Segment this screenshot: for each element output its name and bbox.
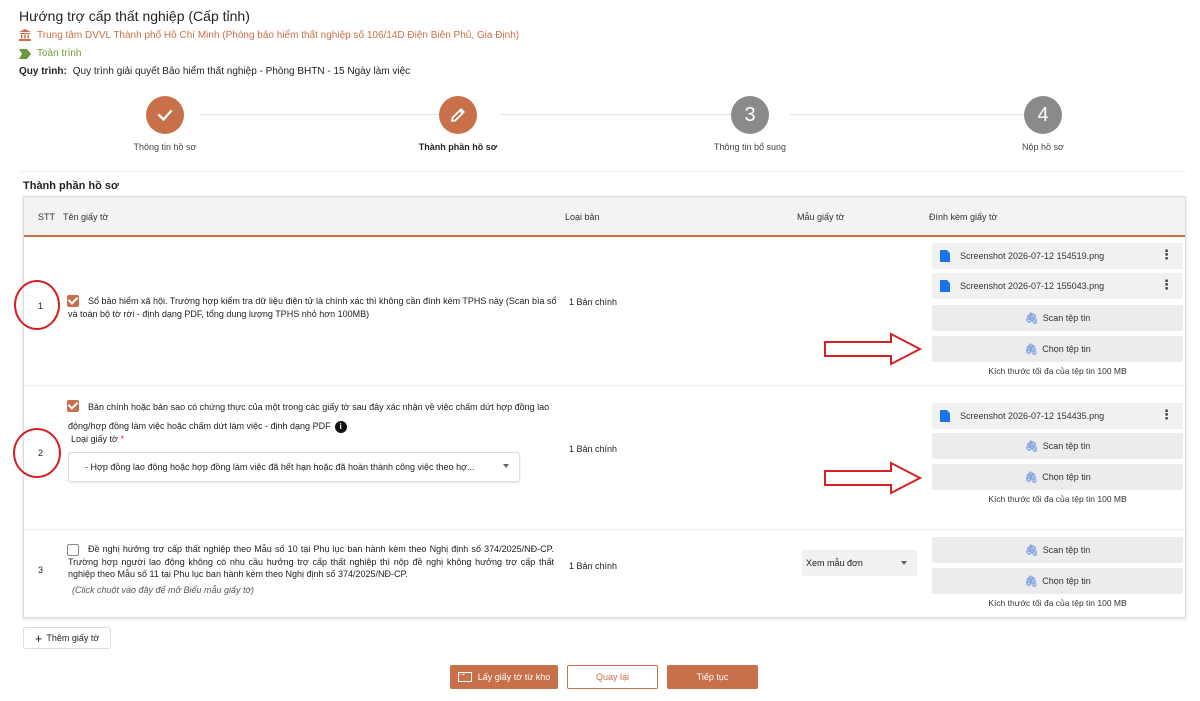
button-label: Chọn tệp tin	[1042, 576, 1091, 586]
pencil-icon	[451, 108, 465, 122]
paperclip-icon: 🖇	[1024, 544, 1039, 557]
process-label: Quy trình:	[19, 66, 67, 77]
paperclip-icon: 🖇	[1024, 575, 1039, 588]
row-stt: 3	[38, 565, 44, 575]
step-4[interactable]: 4 Nộp hồ sơ	[963, 96, 1123, 152]
org-name: Trung tâm DVVL Thành phố Hồ Chí Minh (Ph…	[37, 29, 520, 41]
annotation-arrow-icon	[824, 332, 923, 366]
next-button[interactable]: Tiếp tục	[667, 665, 758, 689]
max-size-note: Kích thước tối đa của tệp tin 100 MB	[988, 598, 1127, 608]
col-attach: Đính kèm giấy tờ	[929, 212, 998, 222]
tag-arrow-icon	[19, 48, 31, 59]
doc-name: Sổ bảo hiểm xã hội. Trường hợp kiểm tra …	[68, 296, 557, 319]
col-loai: Loại bản	[565, 212, 600, 222]
plus-icon: +	[34, 630, 43, 646]
choose-file-button[interactable]: 🖇 Chọn tệp tin	[932, 336, 1183, 362]
file-name: Screenshot 2026-07-12 155043.png	[960, 281, 1105, 291]
open-form-hint[interactable]: (Click chuột vào đây để mở Biểu mẫu giấy…	[72, 585, 254, 595]
table-row: 1 Sổ bảo hiểm xã hội. Trường hợp kiểm tr…	[24, 239, 1185, 386]
more-vert-icon[interactable]: ⋮	[1160, 408, 1173, 422]
process-value: Quy trình giải quyết Bảo hiểm thất nghiệ…	[72, 66, 411, 77]
scan-file-button[interactable]: 🖇 Scan tệp tin	[932, 305, 1183, 331]
max-size-note: Kích thước tối đa của tệp tin 100 MB	[988, 494, 1127, 504]
file-name: Screenshot 2026-07-12 154519.png	[960, 251, 1105, 261]
paperclip-icon: 🖇	[1024, 471, 1039, 484]
bank-icon	[19, 29, 31, 41]
button-label: Scan tệp tin	[1042, 545, 1091, 555]
table-row: 3 Đề nghị hưởng trợ cấp thất nghiệp theo…	[24, 530, 1185, 618]
button-label: Tiếp tục	[696, 672, 729, 682]
choose-file-button[interactable]: 🖇 Chọn tệp tin	[932, 568, 1183, 594]
step-circle	[439, 96, 477, 134]
process-line: Quy trình: Quy trình giải quyết Bảo hiểm…	[19, 66, 410, 77]
paperclip-icon: 🖇	[1024, 343, 1039, 356]
step-2[interactable]: Thành phần hồ sơ	[378, 96, 538, 152]
doc-type-label: Loại giấy tờ *	[71, 434, 124, 444]
button-label: Chọn tệp tin	[1042, 472, 1091, 482]
max-size-note: Kích thước tối đa của tệp tin 100 MB	[988, 366, 1127, 376]
step-circle	[146, 96, 184, 134]
button-label: Scan tệp tin	[1042, 313, 1091, 323]
file-name: Screenshot 2026-07-12 154435.png	[960, 411, 1105, 421]
doc-name: Đề nghị hưởng trợ cấp thất nghiệp theo M…	[68, 544, 554, 579]
doc-type-select[interactable]: - Hợp đồng lao động hoặc hợp đồng làm vi…	[68, 452, 520, 482]
table-row: 2 Bản chính hoặc bản sao có chứng thực c…	[24, 386, 1185, 530]
step-circle: 3	[731, 96, 769, 134]
col-stt: STT	[38, 212, 55, 222]
scope-label: Toàn trình	[37, 48, 82, 59]
col-mau: Mẫu giấy tờ	[797, 212, 845, 222]
col-name: Tên giấy tờ	[63, 212, 109, 222]
step-label: Thông tin hồ sơ	[133, 142, 197, 152]
step-label: Thông tin bổ sung	[713, 142, 787, 152]
stepper: Thông tin hồ sơ Thành phần hồ sơ 3 Thông…	[20, 92, 1186, 172]
more-vert-icon[interactable]: ⋮	[1160, 248, 1173, 262]
fetch-from-storage-button[interactable]: Lấy giấy tờ từ kho	[450, 665, 558, 689]
button-label: Lấy giấy tờ từ kho	[477, 672, 551, 682]
annotation-circle	[14, 280, 60, 330]
button-label: Quay lại	[595, 672, 630, 682]
documents-table: STT Tên giấy tờ Loại bản Mẫu giấy tờ Đín…	[23, 196, 1186, 618]
annotation-circle	[13, 428, 61, 478]
step-label: Nộp hồ sơ	[1022, 142, 1064, 152]
file-icon	[940, 410, 950, 422]
view-form-select[interactable]: Xem mẫu đơn	[802, 550, 917, 576]
scan-file-button[interactable]: 🖇 Scan tệp tin	[932, 537, 1183, 563]
file-icon	[940, 250, 950, 262]
more-vert-icon[interactable]: ⋮	[1160, 278, 1173, 292]
scan-file-button[interactable]: 🖇 Scan tệp tin	[932, 433, 1183, 459]
select-value: Xem mẫu đơn	[806, 558, 863, 568]
scope-line: Toàn trình	[19, 48, 81, 59]
step-3[interactable]: 3 Thông tin bổ sung	[670, 96, 830, 152]
dropdown-caret-icon	[901, 561, 907, 565]
annotation-arrow-icon	[824, 461, 923, 495]
file-icon	[940, 280, 950, 292]
info-icon[interactable]: i	[334, 420, 347, 433]
row-loai: 1 Bản chính	[569, 297, 618, 307]
step-circle: 4	[1024, 96, 1062, 134]
attached-file[interactable]: Screenshot 2026-07-12 155043.png ⋮	[932, 273, 1183, 299]
paperclip-icon: 🖇	[1024, 440, 1039, 453]
page-title: Hướng trợ cấp thất nghiệp (Cấp tỉnh)	[19, 8, 250, 24]
attached-file[interactable]: Screenshot 2026-07-12 154435.png ⋮	[932, 403, 1183, 429]
section-title: Thành phần hồ sơ	[23, 180, 119, 192]
step-label: Thành phần hồ sơ	[418, 142, 498, 152]
button-label: Thêm giấy tờ	[46, 633, 100, 643]
attached-file[interactable]: Screenshot 2026-07-12 154519.png ⋮	[932, 243, 1183, 269]
row-loai: 1 Bản chính	[569, 561, 618, 571]
check-icon	[157, 109, 173, 121]
button-label: Chọn tệp tin	[1042, 344, 1091, 354]
step-1[interactable]: Thông tin hồ sơ	[85, 96, 245, 152]
doc-name: Bản chính hoặc bản sao có chứng thực của…	[68, 402, 550, 433]
row-loai: 1 Bản chính	[569, 444, 618, 454]
add-document-button[interactable]: + Thêm giấy tờ	[23, 627, 111, 649]
dropdown-caret-icon	[503, 464, 509, 468]
sign-in-icon	[457, 668, 472, 682]
back-button[interactable]: Quay lại	[567, 665, 658, 689]
select-value: - Hợp đồng lao động hoặc hợp đồng làm vi…	[85, 462, 475, 472]
table-header: STT Tên giấy tờ Loại bản Mẫu giấy tờ Đín…	[24, 197, 1185, 237]
paperclip-icon: 🖇	[1024, 312, 1039, 325]
button-label: Scan tệp tin	[1042, 441, 1091, 451]
org-line: Trung tâm DVVL Thành phố Hồ Chí Minh (Ph…	[19, 29, 519, 41]
choose-file-button[interactable]: 🖇 Chọn tệp tin	[932, 464, 1183, 490]
